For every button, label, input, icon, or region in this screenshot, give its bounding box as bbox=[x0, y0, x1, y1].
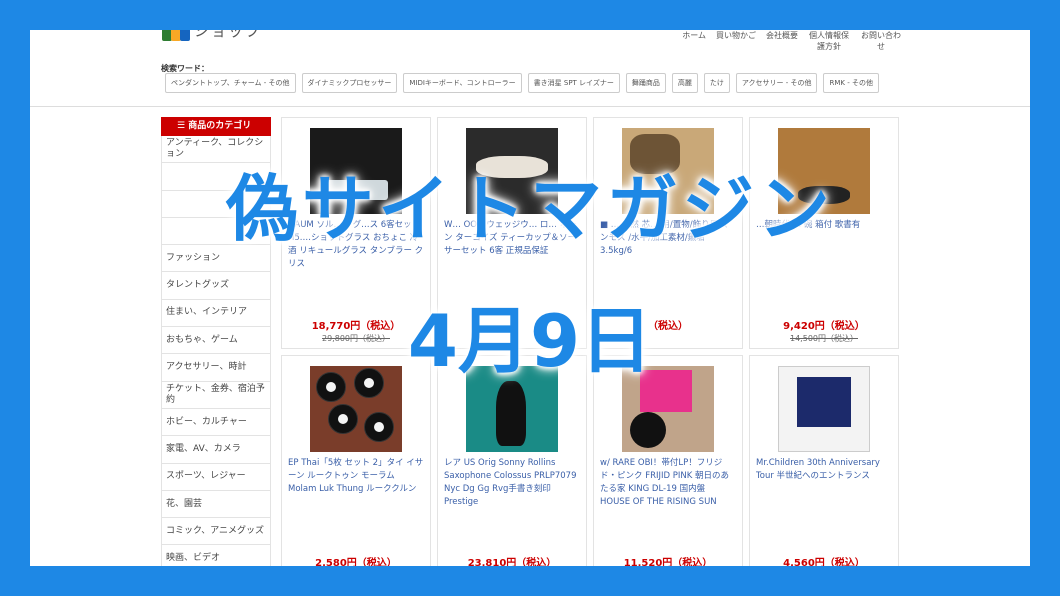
nav-contact[interactable]: お問い合わせ bbox=[860, 30, 902, 52]
search-keywords: ペンダントトップ、チャーム - その他 ダイナミックプロセッサー MIDIキーボ… bbox=[165, 73, 879, 93]
product-price: 4,560円（税込） bbox=[783, 558, 865, 566]
product-price: 23,810円（税込） bbox=[467, 558, 557, 566]
overlay-title: 偽サイトマガジン bbox=[225, 167, 834, 251]
category-item[interactable]: 家電、AV、カメラ bbox=[161, 436, 271, 464]
overlay-date: 4月9日 bbox=[407, 299, 653, 383]
nav-cart[interactable]: 買い物かご bbox=[716, 30, 756, 52]
product-price: 11,520円（税込） bbox=[623, 558, 713, 566]
category-item[interactable]: ホビー、カルチャー bbox=[161, 408, 271, 437]
keyword-chip[interactable]: アクセサリー - その他 bbox=[735, 73, 818, 93]
product-title[interactable]: Mr.Children 30th Anniversary Tour 半世紀へのエ… bbox=[756, 457, 892, 509]
keyword-chip[interactable]: 舞踊商品 bbox=[625, 73, 666, 93]
logo-text: ショップ bbox=[194, 30, 263, 40]
keyword-chip[interactable]: RMK - その他 bbox=[823, 73, 879, 93]
category-heading: ☰ 商品のカテゴリ bbox=[161, 117, 271, 136]
header-divider bbox=[30, 106, 1030, 107]
menu-icon: ☰ bbox=[177, 121, 189, 131]
category-item[interactable]: スポーツ、レジャー bbox=[161, 463, 271, 491]
keyword-chip[interactable]: ダイナミックプロセッサー bbox=[301, 73, 398, 93]
category-item[interactable]: 花、園芸 bbox=[161, 490, 271, 519]
keyword-chip[interactable]: 書き消星 SPT レイズナー bbox=[527, 73, 620, 93]
keyword-chip[interactable]: ペンダントトップ、チャーム - その他 bbox=[165, 73, 296, 93]
product-price: 2,580円（税込） bbox=[315, 558, 397, 566]
keyword-chip[interactable]: たけ bbox=[703, 73, 730, 93]
top-nav: ホーム 買い物かご 会社概要 個人情報保護方針 お問い合わせ bbox=[682, 30, 902, 52]
keyword-chip[interactable]: MIDIキーボード、コントローラー bbox=[403, 73, 522, 93]
nav-company[interactable]: 会社概要 bbox=[766, 30, 798, 52]
site-logo[interactable]: ショップ bbox=[162, 30, 292, 42]
category-item[interactable]: 映画、ビデオ bbox=[161, 545, 271, 566]
product-title[interactable]: EP Thai「5枚 セット 2」タイ イサーン ルークトゥン モーラム Mol… bbox=[288, 457, 424, 509]
category-item[interactable]: コミック、アニメグッズ bbox=[161, 518, 271, 546]
nav-privacy[interactable]: 個人情報保護方針 bbox=[808, 30, 850, 52]
logo-icon bbox=[162, 30, 190, 41]
category-heading-label: 商品のカテゴリ bbox=[188, 121, 252, 131]
product-title[interactable]: レア US Orig Sonny Rollins Saxophone Colos… bbox=[444, 457, 580, 509]
keyword-chip[interactable]: 高麗 bbox=[671, 73, 698, 93]
nav-home[interactable]: ホーム bbox=[682, 30, 706, 52]
product-title[interactable]: w/ RARE OBI！帯付LP！フリジド・ピンク FRIJID PINK 朝日… bbox=[600, 457, 736, 509]
